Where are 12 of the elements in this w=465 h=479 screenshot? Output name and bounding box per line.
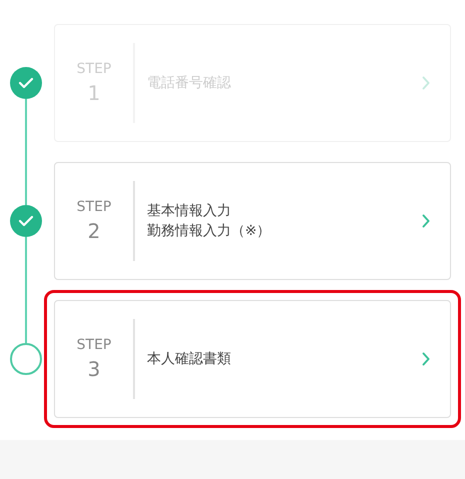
step-title: 本人確認書類 bbox=[147, 350, 232, 369]
step-label: STEP bbox=[76, 199, 112, 215]
step-card[interactable]: STEP 3 本人確認書類 bbox=[54, 300, 451, 418]
chevron-right-icon bbox=[422, 352, 430, 366]
step-card[interactable]: STEP 2 基本情報入力 勤務情報入力（※） bbox=[54, 162, 451, 280]
step-number: 3 bbox=[88, 357, 100, 381]
chevron-right-icon bbox=[422, 76, 430, 90]
step-number: 2 bbox=[88, 219, 100, 243]
step-title: 勤務情報入力（※） bbox=[147, 222, 272, 241]
step-title: 基本情報入力 bbox=[147, 202, 232, 221]
step-label: STEP bbox=[76, 337, 112, 353]
chevron-right-icon bbox=[422, 214, 430, 228]
